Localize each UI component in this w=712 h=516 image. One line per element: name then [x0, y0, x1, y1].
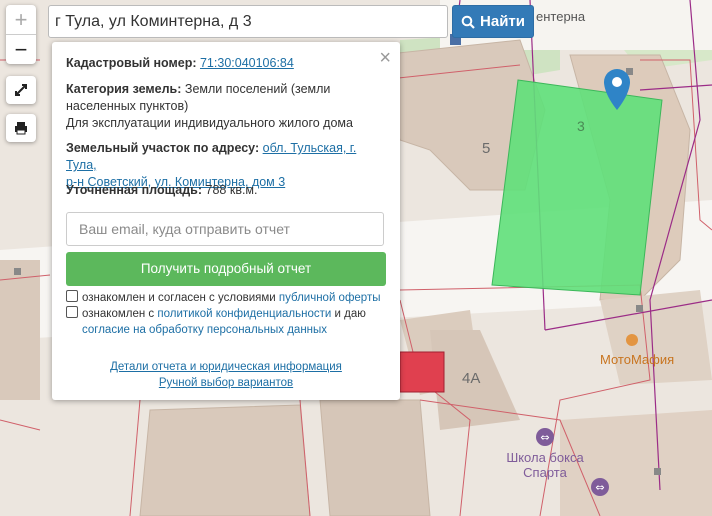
zoom-in-button[interactable]: + — [6, 5, 36, 35]
email-field[interactable] — [66, 212, 384, 246]
fullscreen-button[interactable] — [6, 76, 36, 104]
manual-selection-row: Ручной выбор вариантов — [52, 377, 400, 389]
zoom-control: + − — [6, 5, 36, 64]
public-offer-link[interactable]: публичной оферты — [279, 292, 381, 304]
street-label: ентерна — [536, 9, 586, 24]
moto-mafia-icon[interactable] — [626, 334, 638, 346]
selected-parcel[interactable] — [491, 79, 663, 296]
search-button-label: Найти — [480, 13, 525, 30]
land-purpose: Для эксплуатации индивидуального жилого … — [66, 116, 353, 130]
offer-consent-checkbox[interactable] — [66, 290, 78, 302]
search-icon — [461, 15, 475, 29]
building — [0, 260, 40, 400]
manual-selection-link[interactable]: Ручной выбор вариантов — [159, 377, 293, 389]
poi-boxing-school[interactable]: Школа бокса Спарта — [500, 450, 590, 480]
expand-icon — [15, 84, 27, 96]
poi-moto-mafia[interactable]: МотоМафия — [600, 352, 674, 367]
cadastral-label: Кадастровый номер: — [66, 56, 197, 70]
privacy-and-text: и даю — [334, 308, 366, 320]
get-report-button[interactable]: Получить подробный отчет — [66, 252, 386, 286]
privacy-consent-row: ознакомлен с политикой конфиденциальност… — [66, 306, 390, 338]
category-label: Категория земель: — [66, 82, 182, 96]
offer-consent-text: ознакомлен и согласен с условиями — [82, 292, 276, 304]
printer-icon — [15, 122, 27, 135]
building — [600, 290, 712, 385]
search-button[interactable]: Найти — [452, 5, 534, 38]
building-number-3: 3 — [577, 118, 585, 134]
address-label: Земельный участок по адресу: — [66, 141, 260, 155]
building — [139, 404, 311, 516]
red-parcel[interactable] — [399, 351, 445, 393]
data-processing-link[interactable]: согласие на обработку персональных данны… — [82, 324, 327, 336]
report-details-row: Детали отчета и юридическая информация — [52, 361, 400, 373]
area-label: Уточненная площадь: — [66, 183, 203, 197]
svg-text:⇔: ⇔ — [540, 431, 549, 444]
address-search-input[interactable] — [48, 5, 448, 38]
land-category-row: Категория земель: Земли поселений (земли… — [66, 81, 386, 132]
privacy-consent-checkbox[interactable] — [66, 306, 78, 318]
svg-text:⇔: ⇔ — [595, 481, 604, 494]
area-value: 788 кв.м. — [205, 183, 258, 197]
cadastral-number-row: Кадастровый номер: 71:30:040106:84 — [66, 55, 386, 72]
area-row: Уточненная площадь: 788 кв.м. — [66, 182, 386, 199]
zoom-out-button[interactable]: − — [6, 35, 36, 64]
report-details-link[interactable]: Детали отчета и юридическая информация — [110, 361, 342, 373]
building-number-5: 5 — [482, 140, 491, 157]
offer-consent-row: ознакомлен и согласен с условиями публич… — [66, 290, 390, 306]
privacy-consent-text: ознакомлен с — [82, 308, 155, 320]
print-button[interactable] — [6, 114, 36, 142]
parcel-info-popup: × Кадастровый номер: 71:30:040106:84 Кат… — [52, 42, 400, 400]
privacy-policy-link[interactable]: политикой конфиденциальности — [157, 308, 331, 320]
building-number-4a: 4А — [462, 370, 481, 387]
cadastral-number-link[interactable]: 71:30:040106:84 — [200, 56, 294, 70]
building — [319, 399, 431, 516]
